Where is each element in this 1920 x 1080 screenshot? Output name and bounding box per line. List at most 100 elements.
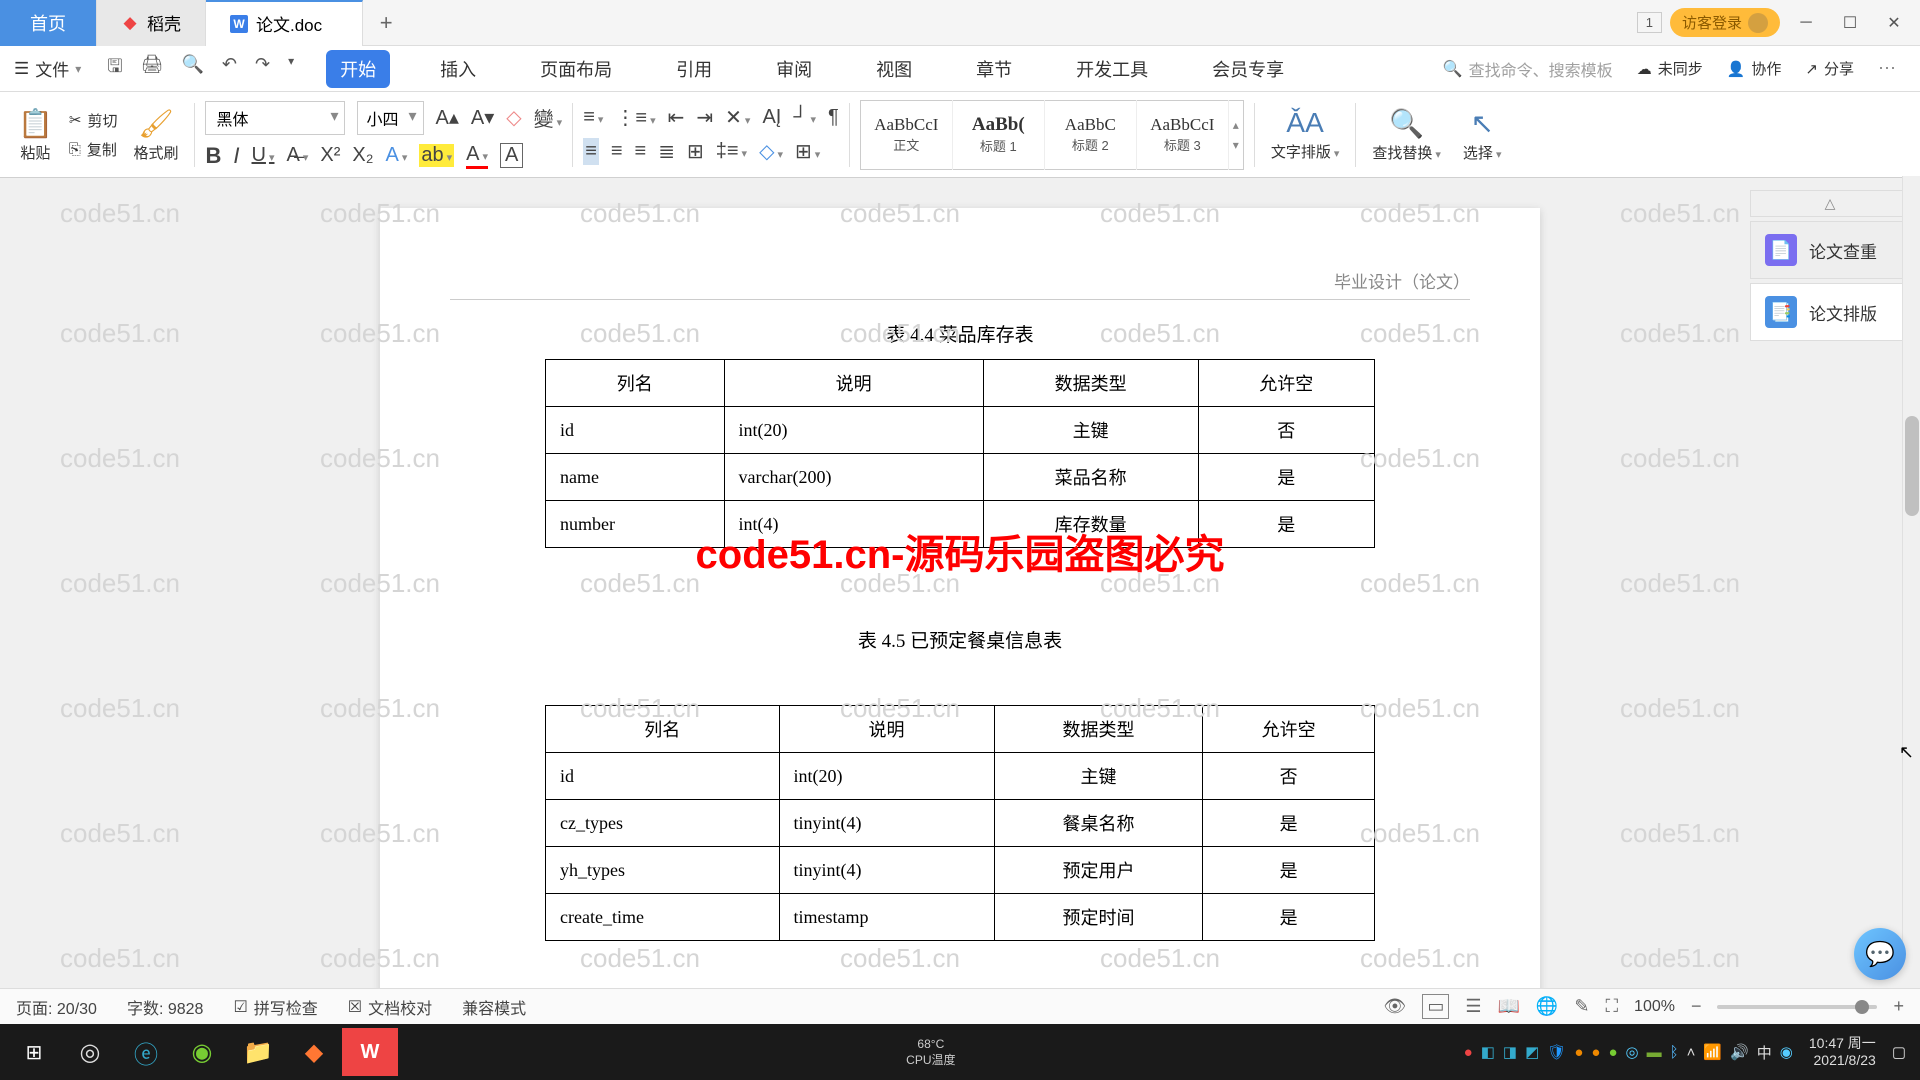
page-indicator[interactable]: 1 — [1637, 12, 1662, 33]
menu-insert[interactable]: 插入 — [426, 50, 490, 88]
paste-button[interactable]: 📋粘贴 — [12, 107, 59, 163]
justify-button[interactable]: ≣ — [658, 139, 675, 164]
superscript-button[interactable]: X² — [320, 144, 340, 167]
typeset-button[interactable]: ǍA文字排版▾ — [1265, 107, 1346, 162]
panel-paper-layout[interactable]: 📑 论文排版 — [1750, 283, 1910, 341]
style-body[interactable]: AaBbCcI正文 — [861, 100, 953, 170]
find-replace-button[interactable]: 🔍查找替换▾ — [1366, 107, 1447, 163]
qat-more-icon[interactable]: ▾ — [288, 54, 294, 84]
char-border-button[interactable]: A — [500, 143, 523, 168]
scroll-thumb[interactable] — [1905, 416, 1919, 516]
status-proof[interactable]: ☒文档校对 — [348, 995, 432, 1019]
tray-icon[interactable]: ● — [1464, 1044, 1473, 1061]
share-button[interactable]: ↗分享 — [1805, 58, 1854, 79]
file-menu[interactable]: ☰ 文件 ▾ — [0, 46, 95, 91]
web-icon[interactable]: 🌐 — [1536, 996, 1558, 1017]
decrease-indent-button[interactable]: ⇤ — [668, 105, 685, 130]
reading-icon[interactable]: 📖 — [1498, 996, 1520, 1017]
copy-button[interactable]: ⎘复制 — [69, 139, 118, 160]
document-page[interactable]: 毕业设计（论文） 表 4.4 菜品库存表 列名说明数据类型允许空 idint(2… — [380, 208, 1540, 1001]
tab-daoke[interactable]: ◆ 稻壳 — [97, 0, 206, 46]
collab-button[interactable]: 👤协作 — [1727, 58, 1782, 79]
status-page[interactable]: 页面: 20/30 — [16, 995, 97, 1019]
tab-home[interactable]: 首页 — [0, 0, 97, 46]
font-color-button[interactable]: A▾ — [466, 143, 488, 169]
edit-icon[interactable]: ✎ — [1574, 996, 1589, 1017]
tab-document[interactable]: W 论文.doc — [206, 0, 363, 46]
phonetic-icon[interactable]: 變▾ — [534, 103, 563, 132]
menu-dev[interactable]: 开发工具 — [1062, 50, 1162, 88]
ime-icon[interactable]: 中 — [1757, 1042, 1772, 1063]
font-name-select[interactable]: 黑体 — [205, 101, 345, 135]
login-button[interactable]: 访客登录 — [1670, 8, 1780, 37]
security-icon[interactable]: ◉ — [1780, 1043, 1793, 1061]
bluetooth-icon[interactable]: ᛒ — [1670, 1044, 1679, 1061]
sync-status[interactable]: ☁未同步 — [1637, 58, 1703, 79]
chevron-up-icon[interactable]: ˄ — [1687, 1044, 1696, 1061]
style-h2[interactable]: AaBbC标题 2 — [1045, 100, 1137, 170]
numbering-button[interactable]: ⋮≡▾ — [615, 105, 655, 130]
fit-icon[interactable]: ⛶ — [1605, 996, 1618, 1017]
style-scroll-up[interactable]: ▴ — [1233, 118, 1239, 132]
select-button[interactable]: ↖选择▾ — [1457, 107, 1508, 163]
underline-button[interactable]: U▾ — [252, 144, 275, 167]
panel-paper-check[interactable]: 📄 论文查重 — [1750, 221, 1910, 279]
maximize-button[interactable]: ☐ — [1832, 8, 1868, 38]
align-center-button[interactable]: ≡ — [611, 140, 623, 163]
highlight-button[interactable]: ab▾ — [419, 144, 454, 167]
cpu-temp-widget[interactable]: 68°CCPU温度 — [894, 1037, 967, 1068]
minimize-button[interactable]: ─ — [1788, 8, 1824, 38]
notifications-icon[interactable]: ▢ — [1892, 1043, 1906, 1061]
tray-icon[interactable]: ◩ — [1525, 1043, 1539, 1061]
redo-icon[interactable]: ↷ — [255, 54, 270, 84]
bold-button[interactable]: B — [205, 143, 221, 169]
menu-review[interactable]: 审阅 — [762, 50, 826, 88]
align-left-button[interactable]: ≡ — [583, 138, 599, 165]
tray-icon[interactable]: ● — [1608, 1044, 1617, 1061]
close-button[interactable]: ✕ — [1876, 8, 1912, 38]
sort-button[interactable]: AĮ — [762, 106, 781, 129]
font-size-select[interactable]: 小四 — [357, 101, 423, 135]
zoom-in-button[interactable]: + — [1893, 996, 1904, 1017]
menu-start[interactable]: 开始 — [326, 50, 390, 88]
style-scroll-down[interactable]: ▾ — [1233, 138, 1239, 152]
cut-button[interactable]: ✂剪切 — [69, 110, 118, 131]
print-icon[interactable]: 🖨 — [141, 54, 164, 84]
tabs-button[interactable]: ┘▾ — [793, 106, 816, 129]
panel-toggle[interactable]: △ — [1750, 190, 1910, 217]
clear-format-icon[interactable]: ◇ — [506, 105, 521, 130]
task-explorer[interactable]: 📁 — [230, 1028, 286, 1076]
zoom-slider[interactable] — [1717, 1005, 1877, 1009]
tray-icon[interactable]: 🛡 — [1547, 1043, 1566, 1061]
tray-icon[interactable]: ▬ — [1647, 1044, 1662, 1061]
eye-icon[interactable]: 👁 — [1383, 996, 1406, 1017]
tray-icon[interactable]: ◨ — [1503, 1043, 1517, 1061]
grow-font-icon[interactable]: A▴ — [436, 105, 459, 130]
distributed-button[interactable]: ⊞ — [687, 139, 704, 164]
task-browser[interactable]: ◉ — [174, 1028, 230, 1076]
style-h3[interactable]: AaBbCcI标题 3 — [1137, 100, 1229, 170]
more-icon[interactable]: ⋯ — [1878, 58, 1896, 79]
zoom-level[interactable]: 100% — [1634, 998, 1675, 1016]
tab-add[interactable]: + — [363, 10, 409, 36]
align-right-button[interactable]: ≡ — [635, 140, 647, 163]
menu-view[interactable]: 视图 — [862, 50, 926, 88]
vertical-scrollbar[interactable] — [1902, 176, 1920, 946]
assistant-button[interactable]: 💬 — [1854, 928, 1906, 980]
style-h1[interactable]: AaBb(标题 1 — [953, 100, 1045, 170]
save-icon[interactable]: 🖫 — [107, 54, 122, 84]
asian-layout-button[interactable]: ✕▾ — [725, 105, 750, 130]
search-input[interactable]: 🔍 查找命令、搜索模板 — [1443, 57, 1613, 81]
shrink-font-icon[interactable]: A▾ — [471, 105, 494, 130]
show-marks-button[interactable]: ¶ — [828, 106, 839, 129]
start-button[interactable]: ⊞ — [6, 1028, 62, 1076]
undo-icon[interactable]: ↶ — [222, 54, 237, 84]
taskbar-clock[interactable]: 10:47 周一2021/8/23 — [1801, 1035, 1884, 1069]
format-painter-button[interactable]: 🖌格式刷 — [127, 107, 184, 163]
status-spell[interactable]: ☑拼写检查 — [233, 995, 317, 1019]
menu-member[interactable]: 会员专享 — [1198, 50, 1298, 88]
wifi-icon[interactable]: 📶 — [1703, 1043, 1722, 1061]
increase-indent-button[interactable]: ⇥ — [696, 105, 713, 130]
shading-button[interactable]: ◇▾ — [759, 139, 783, 164]
tray-icon[interactable]: ● — [1591, 1044, 1600, 1061]
